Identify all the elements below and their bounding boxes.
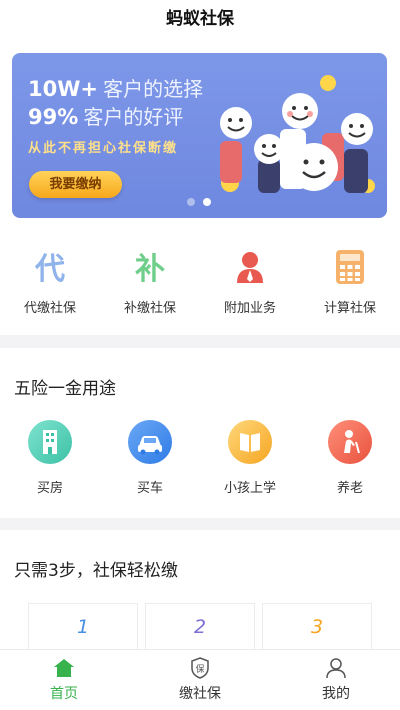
svg-text:补: 补 bbox=[135, 252, 165, 285]
use-buy-car[interactable]: 买车 bbox=[100, 420, 200, 496]
bu-char-icon: 补 bbox=[135, 252, 165, 285]
carousel-dot-active[interactable] bbox=[203, 198, 211, 206]
tab-pay-insurance[interactable]: 保 缴社保 bbox=[140, 656, 260, 703]
pay-now-button[interactable]: 我要缴纳 bbox=[29, 171, 122, 198]
steps-section: 只需3步，社保轻松缴 1 2 3 bbox=[0, 530, 400, 663]
banner-section: 10W+ 客户的选择 99% 客户的好评 从此不再担心社保断缴 我要缴纳 bbox=[0, 40, 400, 235]
user-icon bbox=[326, 658, 346, 679]
service-label: 补缴社保 bbox=[123, 301, 176, 316]
banner-text-customers: 客户的选择 bbox=[103, 77, 204, 101]
carousel-indicator bbox=[185, 198, 217, 208]
svg-text:保: 保 bbox=[195, 663, 204, 675]
service-label: 计算社保 bbox=[323, 301, 376, 316]
service-label: 附加业务 bbox=[223, 301, 276, 316]
use-child-school[interactable]: 小孩上学 bbox=[200, 420, 300, 496]
use-retirement[interactable]: 养老 bbox=[300, 420, 400, 496]
use-label: 小孩上学 bbox=[223, 481, 276, 496]
home-icon bbox=[54, 659, 74, 677]
insurance-uses-section: 五险一金用途 买房 买车 小孩上学 养老 bbox=[0, 348, 400, 518]
elderly-icon bbox=[328, 420, 372, 464]
building-icon bbox=[28, 420, 72, 464]
promo-banner[interactable]: 10W+ 客户的选择 99% 客户的好评 从此不再担心社保断缴 我要缴纳 bbox=[12, 53, 387, 218]
use-label: 买车 bbox=[136, 481, 163, 496]
tab-label: 缴社保 bbox=[179, 686, 221, 702]
section-title: 五险一金用途 bbox=[14, 379, 116, 399]
banner-stat-rating: 99% bbox=[28, 105, 79, 129]
person-icon bbox=[237, 252, 263, 283]
bottom-tab-bar: 首页 保 缴社保 我的 bbox=[0, 650, 400, 710]
service-shortcuts: 代 代缴社保 补 补缴社保 附加业务 计算社保 bbox=[0, 235, 400, 335]
svg-text:代: 代 bbox=[34, 252, 65, 285]
banner-line-customers: 10W+ 客户的选择 bbox=[28, 73, 203, 102]
tab-label: 首页 bbox=[50, 686, 78, 702]
service-addon[interactable]: 附加业务 bbox=[200, 249, 300, 316]
banner-subtitle: 从此不再担心社保断缴 bbox=[28, 141, 179, 156]
service-proxy-pay[interactable]: 代 代缴社保 bbox=[0, 249, 100, 316]
carousel-dot[interactable] bbox=[187, 198, 195, 206]
use-buy-house[interactable]: 买房 bbox=[0, 420, 100, 496]
app-title: 蚂蚁社保 bbox=[0, 0, 400, 40]
shield-icon: 保 bbox=[191, 657, 209, 679]
smiley-people-illustration bbox=[220, 75, 375, 193]
tab-profile[interactable]: 我的 bbox=[276, 656, 396, 703]
banner-stat-customers: 10W+ bbox=[28, 77, 98, 101]
tab-label: 我的 bbox=[322, 686, 350, 702]
service-calculator[interactable]: 计算社保 bbox=[300, 249, 400, 316]
service-label: 代缴社保 bbox=[23, 301, 76, 316]
banner-text-rating: 客户的好评 bbox=[83, 105, 184, 129]
calculator-icon bbox=[336, 250, 364, 284]
use-label: 买房 bbox=[36, 481, 63, 496]
car-icon bbox=[128, 420, 172, 464]
banner-line-rating: 99% 客户的好评 bbox=[28, 101, 183, 130]
section-title: 只需3步，社保轻松缴 bbox=[14, 561, 178, 581]
service-back-pay[interactable]: 补 补缴社保 bbox=[100, 249, 200, 316]
use-label: 养老 bbox=[336, 481, 363, 496]
tab-home[interactable]: 首页 bbox=[4, 656, 124, 703]
dai-char-icon: 代 bbox=[34, 252, 65, 285]
book-icon bbox=[228, 420, 272, 464]
